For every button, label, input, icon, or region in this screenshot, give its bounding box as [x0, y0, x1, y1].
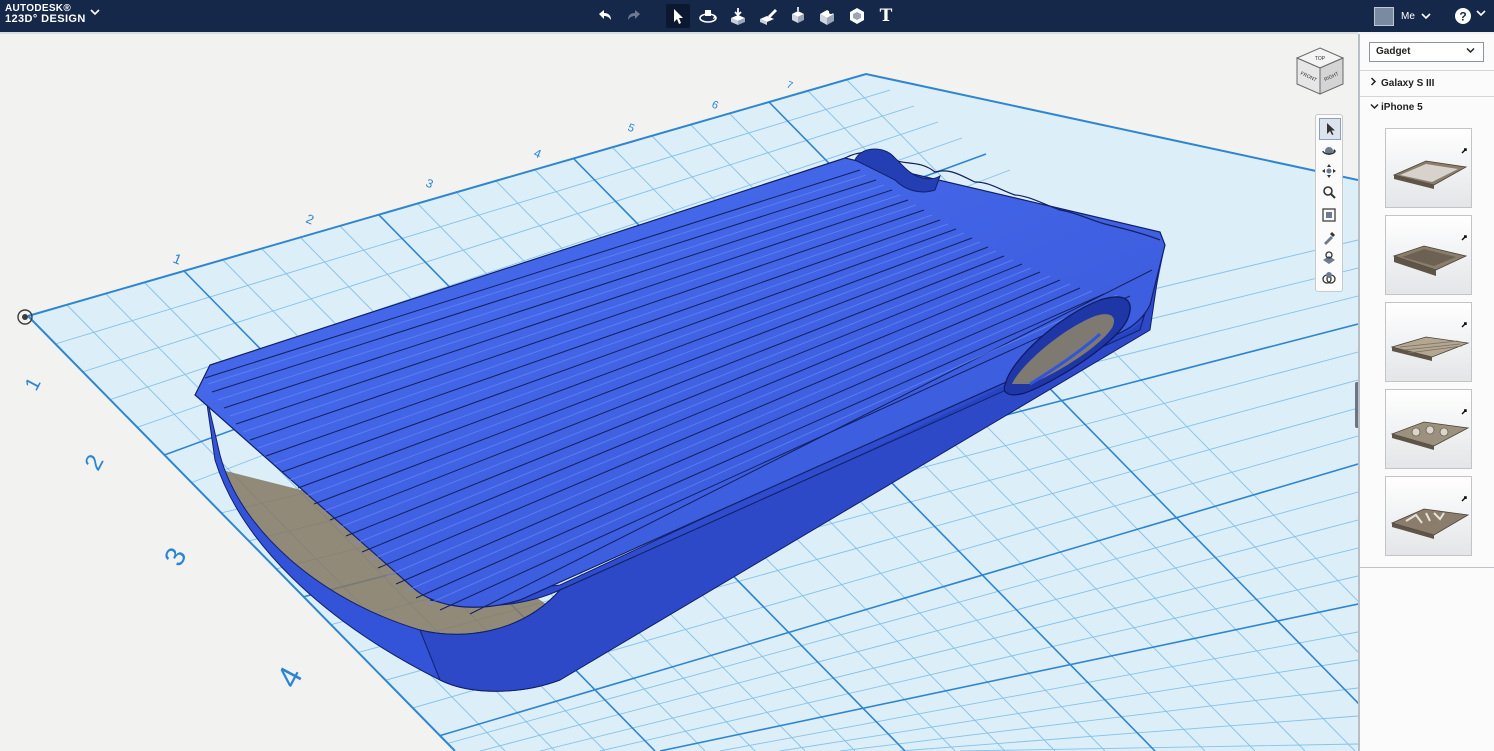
- category-galaxy-s-iii[interactable]: Galaxy S III: [1370, 77, 1434, 89]
- chevron-right-icon: [1370, 77, 1381, 88]
- pan-icon[interactable]: [1319, 161, 1339, 181]
- phone-case-thumbnail-icon: [1390, 496, 1470, 539]
- side-axis-label: 4: [269, 661, 309, 694]
- category-label: Galaxy S III: [1381, 78, 1435, 89]
- top-axis-label: 3: [424, 176, 436, 192]
- top-axis-label: 6: [710, 99, 720, 112]
- model-thumbnail-3[interactable]: [1385, 302, 1472, 382]
- panel-divider: [1360, 567, 1494, 568]
- fit-icon[interactable]: [1319, 205, 1339, 225]
- category-iphone-5[interactable]: iPhone 5: [1370, 102, 1423, 113]
- 3d-viewport[interactable]: 1 2 3 4 5 6 7 1 2 3 4 TOP FRONT RIGHT: [0, 34, 1358, 751]
- visibility-icon[interactable]: [1319, 248, 1339, 268]
- orbit-icon[interactable]: [1319, 141, 1339, 161]
- panel-divider: [1360, 70, 1494, 71]
- side-axis-label: 2: [79, 450, 109, 474]
- phone-case-thumbnail-icon: [1390, 322, 1470, 361]
- library-panel: Gadget Galaxy S III iPhone 5: [1358, 34, 1494, 751]
- viewcube-top-label: TOP: [1315, 56, 1326, 62]
- select-icon[interactable]: [1319, 118, 1341, 140]
- account-menu[interactable]: Me: [1374, 6, 1432, 26]
- model-thumbnail-2[interactable]: [1385, 215, 1472, 295]
- view-cube[interactable]: TOP FRONT RIGHT: [1293, 44, 1347, 98]
- help-chevron-down-icon[interactable]: [1476, 9, 1486, 20]
- model-thumbnail-5[interactable]: [1385, 476, 1472, 556]
- svg-text:?: ?: [1459, 10, 1466, 24]
- zoom-icon[interactable]: [1319, 182, 1339, 202]
- viewport-scene[interactable]: 1 2 3 4 5 6 7 1 2 3 4: [0, 0, 1358, 751]
- library-dropdown-value: Gadget: [1376, 46, 1411, 57]
- side-axis-label: 1: [21, 374, 46, 394]
- top-axis-label: 4: [532, 146, 544, 162]
- top-axis-label: 2: [304, 211, 316, 228]
- phone-case-thumbnail-icon: [1390, 409, 1470, 450]
- account-chevron-down-icon: [1421, 13, 1431, 20]
- category-label: iPhone 5: [1381, 102, 1423, 113]
- chevron-down-icon: [1466, 46, 1475, 56]
- model-thumbnail-1[interactable]: [1385, 128, 1472, 208]
- chevron-down-icon: [1370, 102, 1381, 112]
- phone-case-thumbnail-icon: [1392, 235, 1468, 276]
- navigation-bar: [1315, 114, 1343, 292]
- top-axis-label: 7: [785, 80, 795, 92]
- panel-divider: [1360, 96, 1494, 97]
- top-axis-label: 5: [626, 122, 636, 135]
- model-thumbnail-4[interactable]: [1385, 389, 1472, 469]
- top-axis-label: 1: [171, 250, 184, 268]
- phone-case-thumbnail-icon: [1392, 148, 1468, 189]
- help-icon[interactable]: ?: [1454, 7, 1472, 25]
- grouping-icon[interactable]: [1319, 268, 1339, 288]
- material-icon[interactable]: [1319, 228, 1339, 248]
- side-axis-label: 3: [158, 543, 193, 571]
- account-label: Me: [1401, 10, 1415, 22]
- library-dropdown[interactable]: Gadget: [1369, 42, 1484, 62]
- avatar: [1374, 6, 1394, 26]
